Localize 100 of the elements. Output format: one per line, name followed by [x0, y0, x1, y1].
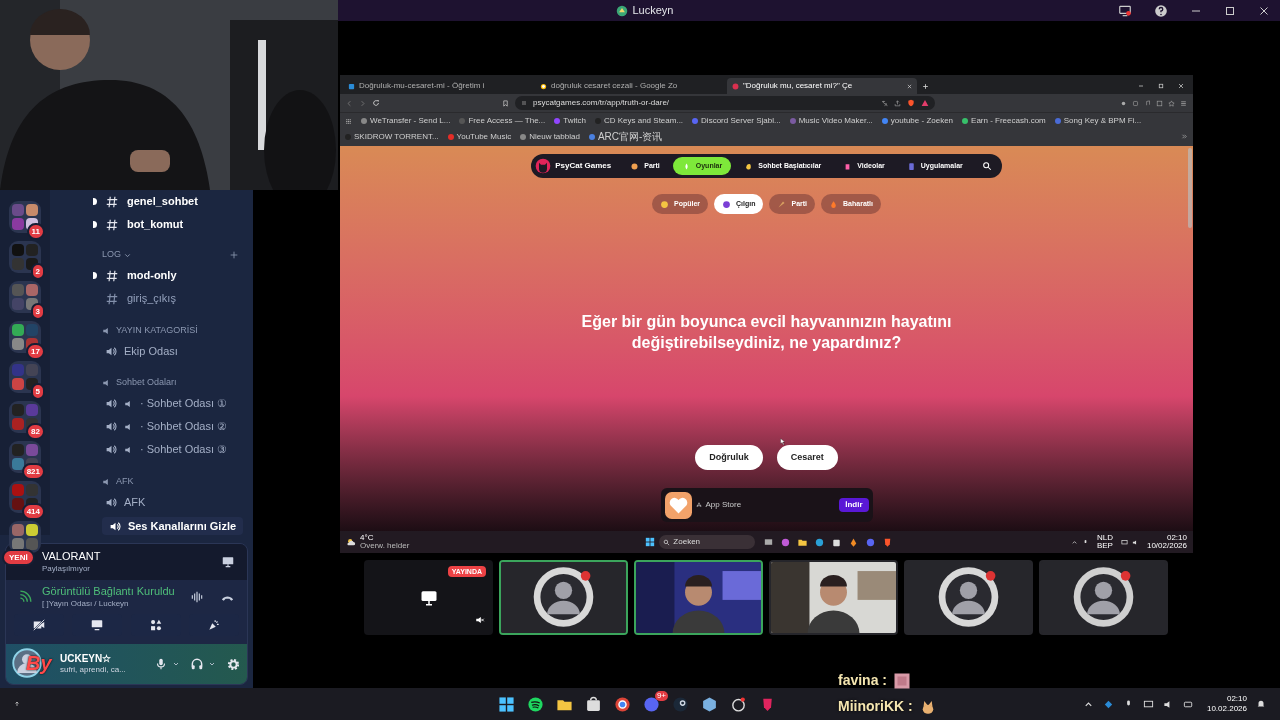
server-folder-icon — [9, 201, 41, 233]
notification-badge: 11 — [26, 223, 45, 240]
maximize-icon[interactable] — [1158, 83, 1164, 89]
bookmark-favicon-icon — [881, 118, 888, 124]
channel-item[interactable]: mod-only — [102, 264, 245, 287]
question-text: Eğer bir gün boyunca evcil hayvanınızın hayatını değiştirebilseydiniz, ne yapardınız? — [580, 312, 953, 353]
taskbar-app-icon[interactable] — [672, 695, 689, 713]
bookmark-favicon-icon — [554, 118, 561, 124]
toolbar-icon[interactable] — [1168, 99, 1175, 107]
weather-icon — [346, 537, 356, 547]
screen-icon[interactable] — [1118, 3, 1132, 18]
bookmark-favicon-icon — [361, 118, 367, 124]
notification-badge: 9+ — [654, 690, 668, 701]
keyboard-layout[interactable]: BEP — [1096, 542, 1113, 550]
taskbar-app-icon[interactable] — [585, 695, 602, 713]
microphone-icon[interactable] — [154, 657, 168, 671]
bookmark[interactable]: Free Access — The... — [468, 115, 546, 127]
voice-channel[interactable]: · Sohbet Odası ③ — [140, 441, 228, 458]
bookmark-favicon-icon — [345, 133, 351, 140]
category-header[interactable]: YAYIN KATAGORİSİ — [116, 324, 198, 338]
browser-tab[interactable]: Doğruluk-mu-cesaret-mi - Öğretim i — [343, 78, 533, 94]
hide-voice-channels-button[interactable]: Ses Kanallarını Gizle — [102, 517, 243, 535]
screen-share-icon — [90, 618, 105, 632]
nav-icon — [744, 161, 754, 171]
taskbar-app-icon[interactable] — [814, 536, 826, 548]
bookmark[interactable]: Nieuw tabblad — [529, 130, 580, 143]
bookmark[interactable]: WeTransfer - Send L... — [370, 115, 451, 127]
more-bookmarks-icon[interactable] — [1181, 133, 1188, 140]
headphones-icon[interactable] — [190, 657, 204, 671]
channel-item[interactable]: bot_komut — [102, 213, 245, 236]
bookmark[interactable]: youtube - Zoeken — [890, 115, 954, 127]
bookmark[interactable]: ARC官网-资讯 — [597, 129, 663, 144]
bookmark[interactable]: Discord Server Sjabl... — [701, 115, 781, 127]
category-header[interactable]: Sohbet Odaları — [116, 376, 177, 390]
site-brand[interactable]: PsyCat Games — [555, 160, 612, 172]
scrollbar[interactable] — [1188, 148, 1192, 228]
soundwave-icon[interactable] — [190, 590, 204, 604]
server-folder-icon — [9, 281, 41, 313]
notification-badge: 17 — [26, 343, 45, 360]
minimize-icon[interactable] — [1138, 83, 1144, 89]
bookmark[interactable]: YouTube Music — [456, 130, 512, 143]
download-button[interactable]: İndir — [839, 498, 869, 512]
voice-channel[interactable]: Ekip Odası — [102, 340, 245, 362]
bookmark[interactable]: Earn - Freecash.com — [971, 115, 1046, 127]
taskbar-app-icon[interactable] — [527, 695, 544, 713]
bookmark[interactable]: Twitch — [563, 115, 586, 127]
voice-channel-name: [ ]Yayın Odası / Luckeyn — [42, 598, 130, 609]
app-icon — [614, 3, 629, 18]
taskbar-app-icon[interactable] — [763, 536, 775, 548]
bookmark[interactable]: SKIDROW TORRENT... — [354, 130, 439, 143]
tab-favicon — [348, 82, 355, 90]
help-icon[interactable] — [1154, 3, 1168, 18]
clock-date: 10/02/2026 — [1146, 542, 1187, 550]
bookmark[interactable]: Song Key & BPM Fi... — [1063, 115, 1142, 127]
share-screen-icon[interactable] — [221, 555, 235, 569]
bookmark[interactable]: CD Keys and Steam... — [603, 115, 684, 127]
soundboard-icon — [207, 618, 221, 632]
close-icon[interactable] — [1178, 83, 1184, 89]
search-field[interactable]: Zoeken — [659, 535, 756, 549]
cursor-icon — [780, 437, 787, 446]
browser-tab[interactable]: doğruluk cesaret cezali - Google Zo — [535, 78, 725, 94]
activity-status: Paylaşılmıyor — [42, 563, 91, 574]
choice-button[interactable]: Doğruluk — [695, 445, 763, 470]
hash-icon — [105, 217, 119, 232]
window-title: Luckeyn — [632, 3, 674, 19]
reload-icon[interactable] — [372, 99, 380, 107]
search-icon[interactable] — [981, 161, 992, 171]
language-code[interactable]: NLD — [1096, 534, 1113, 542]
maximize-icon[interactable] — [1224, 4, 1236, 17]
channel-item[interactable]: giriş_çıkış — [102, 287, 245, 310]
speaker-icon — [105, 495, 118, 509]
username: UCKEYN☆ — [60, 652, 113, 666]
plus-icon[interactable] — [229, 250, 239, 260]
start-icon[interactable] — [498, 695, 515, 713]
apps-icon[interactable] — [345, 117, 352, 125]
choice-button[interactable]: Cesaret — [776, 445, 838, 470]
voice-channel[interactable]: · Sohbet Odası ① — [140, 395, 228, 412]
bookmark[interactable]: Music Video Maker... — [798, 115, 873, 127]
server-folder-icon — [9, 401, 41, 433]
category-header[interactable]: AFK — [116, 475, 134, 489]
voice-channel[interactable]: AFK — [102, 491, 245, 513]
settings-icon[interactable] — [226, 656, 241, 672]
bookmark-favicon-icon — [789, 118, 796, 124]
channel-item[interactable]: genel_sohbet — [102, 190, 245, 213]
speaker-icon — [105, 397, 118, 410]
browser-tab[interactable]: "Doğruluk mu, cesaret mi?" Çe — [727, 78, 917, 94]
taskbar-app-icon[interactable] — [701, 695, 718, 713]
bookmark-icon[interactable] — [502, 99, 509, 107]
tray-chevron-icon[interactable] — [1070, 538, 1078, 546]
tray-icon[interactable] — [1142, 698, 1154, 710]
taskbar-app-icon[interactable] — [614, 695, 631, 713]
category-header[interactable]: LOG — [102, 248, 121, 262]
start-icon[interactable] — [645, 537, 656, 547]
voice-channel[interactable]: · Sohbet Odası ② — [140, 418, 228, 435]
toolbar-icon[interactable] — [1180, 99, 1187, 107]
new-tab-icon[interactable] — [922, 83, 929, 90]
close-icon[interactable] — [1258, 4, 1270, 17]
address-bar[interactable]: psycatgames.com/tr/app/truth-or-dare/ — [515, 96, 935, 110]
taskbar-app-icon[interactable] — [730, 695, 747, 713]
search-icon — [663, 538, 671, 546]
